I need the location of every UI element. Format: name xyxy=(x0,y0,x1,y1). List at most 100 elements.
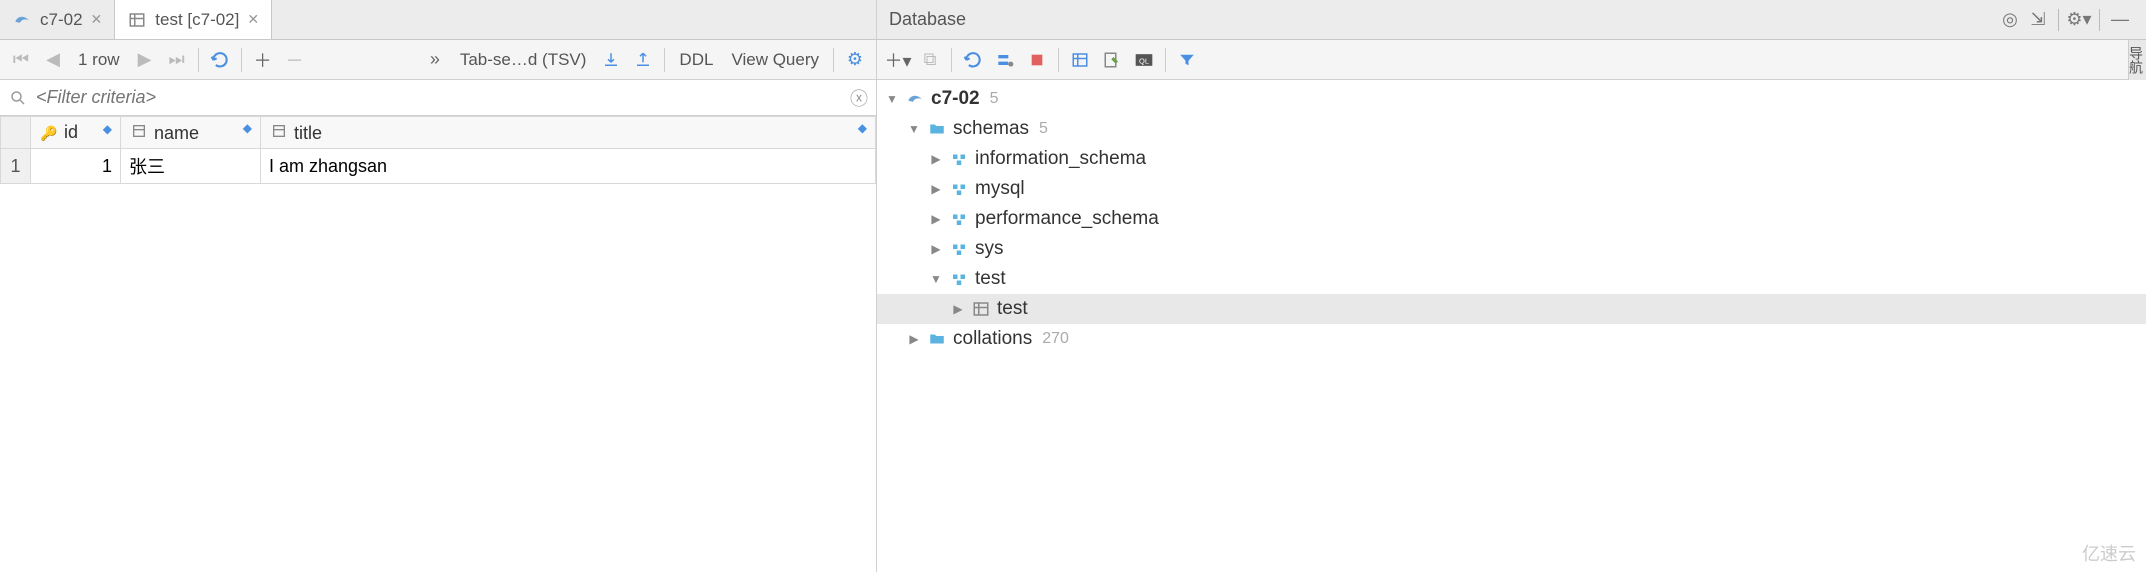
sort-icon[interactable]: ◆ xyxy=(243,121,252,135)
first-page-button[interactable]: ⏮ xyxy=(6,45,36,75)
expand-icon[interactable]: ▶ xyxy=(907,332,921,346)
import-button[interactable] xyxy=(596,45,626,75)
column-header-id[interactable]: 🔑 id ◆ xyxy=(31,117,121,149)
tree-node-schemas[interactable]: ▼ schemas 5 xyxy=(877,114,2146,144)
tab-label: c7-02 xyxy=(40,10,83,30)
sort-icon[interactable]: ◆ xyxy=(103,122,112,136)
refresh-button[interactable] xyxy=(958,45,988,75)
clear-filter-button[interactable]: ⓧ xyxy=(850,85,868,111)
tab-connection[interactable]: c7-02 ✕ xyxy=(0,0,115,39)
node-label: information_schema xyxy=(975,148,1146,170)
folder-icon xyxy=(927,329,947,349)
export-format-label[interactable]: Tab-se…d (TSV) xyxy=(452,50,595,70)
close-icon[interactable]: ✕ xyxy=(91,11,103,28)
settings-button[interactable]: ⚙ xyxy=(840,45,870,75)
row-number: 1 xyxy=(1,149,31,184)
tree-node-schema[interactable]: ▶ performance_schema xyxy=(877,204,2146,234)
next-page-button[interactable]: ▶ xyxy=(130,45,160,75)
last-page-button[interactable]: ⏭ xyxy=(162,45,192,75)
view-query-button[interactable]: View Query xyxy=(723,50,827,70)
separator xyxy=(241,48,242,72)
expand-icon[interactable]: ▶ xyxy=(929,152,943,166)
filter-button[interactable] xyxy=(1172,45,1202,75)
rownum-header xyxy=(1,117,31,149)
filter-input[interactable] xyxy=(36,87,842,108)
collapse-icon[interactable]: ⇲ xyxy=(2024,6,2052,34)
database-panel: Database ◎ ⇲ ⚙▾ — ＋▾ ⧉ QL xyxy=(877,0,2146,572)
edit-button[interactable] xyxy=(1097,45,1127,75)
data-grid: 🔑 id ◆ name ◆ title ◆ xyxy=(0,116,876,184)
node-label: performance_schema xyxy=(975,208,1159,230)
row-count-label: 1 row xyxy=(70,50,128,70)
tree-node-connection[interactable]: ▼ c7-02 5 xyxy=(877,84,2146,114)
schema-icon xyxy=(949,269,969,289)
copy-button[interactable]: ⧉ xyxy=(915,45,945,75)
tree-node-schema[interactable]: ▶ mysql xyxy=(877,174,2146,204)
tree-node-schema[interactable]: ▶ sys xyxy=(877,234,2146,264)
panel-title: Database xyxy=(889,9,1996,30)
separator xyxy=(1058,48,1059,72)
collapse-icon[interactable]: ▼ xyxy=(885,92,899,106)
cell-title[interactable]: I am zhangsan xyxy=(261,149,876,184)
watermark: 亿速云 xyxy=(2082,540,2136,566)
database-panel-header: Database ◎ ⇲ ⚙▾ — xyxy=(877,0,2146,40)
editor-panel: c7-02 ✕ test [c7-02] ✕ ⏮ ◀ 1 row ▶ ⏭ ＋ －… xyxy=(0,0,877,572)
node-label: test xyxy=(997,298,1028,320)
database-toolbar: ＋▾ ⧉ QL xyxy=(877,40,2146,80)
ddl-button[interactable]: DDL xyxy=(671,50,721,70)
remove-row-button[interactable]: － xyxy=(280,45,310,75)
separator xyxy=(2058,9,2059,31)
separator xyxy=(664,48,665,72)
column-icon xyxy=(129,121,149,141)
table-icon xyxy=(127,10,147,30)
side-tab[interactable]: 导航 xyxy=(2128,40,2146,80)
expand-icon[interactable]: ▶ xyxy=(929,242,943,256)
node-count: 270 xyxy=(1042,330,1069,348)
expand-icon[interactable]: ▶ xyxy=(951,302,965,316)
tree-node-schema-test[interactable]: ▼ test xyxy=(877,264,2146,294)
column-icon xyxy=(269,121,289,141)
schema-icon xyxy=(949,149,969,169)
expand-icon[interactable]: ▶ xyxy=(929,182,943,196)
node-count: 5 xyxy=(990,90,999,108)
new-button[interactable]: ＋▾ xyxy=(883,45,913,75)
node-label: test xyxy=(975,268,1006,290)
folder-icon xyxy=(927,119,947,139)
table-row[interactable]: 1 1 张三 I am zhangsan xyxy=(1,149,876,184)
separator xyxy=(951,48,952,72)
cell-id[interactable]: 1 xyxy=(31,149,121,184)
view-button[interactable] xyxy=(1065,45,1095,75)
column-header-name[interactable]: name ◆ xyxy=(121,117,261,149)
close-icon[interactable]: ✕ xyxy=(247,11,259,28)
node-label: collations xyxy=(953,328,1032,350)
refresh-button[interactable] xyxy=(205,45,235,75)
data-toolbar: ⏮ ◀ 1 row ▶ ⏭ ＋ － » Tab-se…d (TSV) DDL V… xyxy=(0,40,876,80)
search-icon xyxy=(8,88,28,108)
console-button[interactable]: QL xyxy=(1129,45,1159,75)
collapse-icon[interactable]: ▼ xyxy=(929,272,943,286)
gear-icon[interactable]: ⚙▾ xyxy=(2065,6,2093,34)
add-row-button[interactable]: ＋ xyxy=(248,45,278,75)
datasource-properties-button[interactable] xyxy=(990,45,1020,75)
sort-icon[interactable]: ◆ xyxy=(858,121,867,135)
schema-icon xyxy=(949,239,969,259)
dolphin-icon xyxy=(12,10,32,30)
tree-node-table-test[interactable]: ▶ test xyxy=(877,294,2146,324)
stop-button[interactable] xyxy=(1022,45,1052,75)
column-header-title[interactable]: title ◆ xyxy=(261,117,876,149)
node-label: sys xyxy=(975,238,1004,260)
hide-icon[interactable]: — xyxy=(2106,6,2134,34)
separator xyxy=(2099,9,2100,31)
export-button[interactable] xyxy=(628,45,658,75)
tree-node-schema[interactable]: ▶ information_schema xyxy=(877,144,2146,174)
prev-page-button[interactable]: ◀ xyxy=(38,45,68,75)
more-icon[interactable]: » xyxy=(420,45,450,75)
tab-table[interactable]: test [c7-02] ✕ xyxy=(115,0,272,39)
tree-node-collations[interactable]: ▶ collations 270 xyxy=(877,324,2146,354)
tab-label: test [c7-02] xyxy=(155,10,239,30)
node-label: schemas xyxy=(953,118,1029,140)
collapse-icon[interactable]: ▼ xyxy=(907,122,921,136)
cell-name[interactable]: 张三 xyxy=(121,149,261,184)
target-icon[interactable]: ◎ xyxy=(1996,6,2024,34)
expand-icon[interactable]: ▶ xyxy=(929,212,943,226)
